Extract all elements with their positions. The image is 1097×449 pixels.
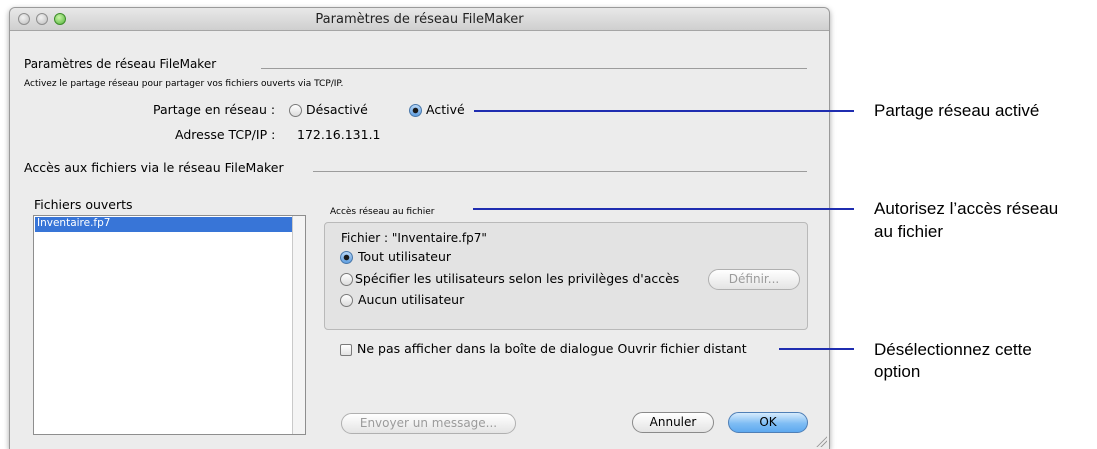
list-scrollbar[interactable] <box>292 216 305 434</box>
callout-sharing: Partage réseau activé <box>874 101 1040 120</box>
list-item[interactable]: Inventaire.fp7 <box>37 217 110 229</box>
callout-line-access <box>473 208 854 210</box>
hide-in-open-remote-label[interactable]: Ne pas afficher dans la boîte de dialogu… <box>357 341 747 356</box>
resize-grip-icon[interactable] <box>815 435 827 447</box>
sharing-on-label[interactable]: Activé <box>426 102 465 117</box>
callout-line-deselect <box>779 348 854 350</box>
sharing-off-label[interactable]: Désactivé <box>306 102 368 117</box>
title-bar[interactable]: Paramètres de réseau FileMaker <box>10 8 829 31</box>
network-settings-dialog: Paramètres de réseau FileMaker Paramètre… <box>9 7 830 449</box>
section-divider <box>313 171 807 172</box>
all-users-radio[interactable] <box>340 251 353 264</box>
callout-line-sharing <box>474 110 854 112</box>
network-section-title: Paramètres de réseau FileMaker <box>24 57 217 71</box>
file-name-label: Fichier : "Inventaire.fp7" <box>341 231 487 245</box>
callout-deselect-line2: option <box>874 362 921 381</box>
sharing-off-radio[interactable] <box>289 104 302 117</box>
window-title: Paramètres de réseau FileMaker <box>315 12 524 27</box>
list-item-selected[interactable]: Inventaire.fp7 <box>35 217 293 232</box>
section-divider <box>261 68 807 69</box>
specify-users-label[interactable]: Spécifier les utilisateurs selon les pri… <box>355 271 679 286</box>
no-users-label[interactable]: Aucun utilisateur <box>358 292 464 307</box>
send-message-button[interactable]: Envoyer un message... <box>341 413 516 434</box>
define-button[interactable]: Définir... <box>708 269 800 290</box>
sharing-on-radio[interactable] <box>409 104 422 117</box>
specify-users-radio[interactable] <box>340 273 353 286</box>
all-users-label[interactable]: Tout utilisateur <box>358 249 451 264</box>
network-description: Activez le partage réseau pour partager … <box>24 79 344 89</box>
file-access-label: Accès réseau au fichier <box>330 207 435 217</box>
access-section-title: Accès aux fichiers via le réseau FileMak… <box>24 160 284 175</box>
hide-in-open-remote-checkbox[interactable] <box>340 344 352 356</box>
open-files-list[interactable]: Inventaire.fp7 <box>33 215 306 435</box>
no-users-radio[interactable] <box>340 294 353 307</box>
callout-access-line2: au fichier <box>874 222 943 241</box>
tcpip-label: Adresse TCP/IP : <box>175 127 276 142</box>
callout-access-line1: Autorisez l’accès réseau <box>874 199 1059 218</box>
callout-deselect-line1: Désélectionnez cette <box>874 340 1032 359</box>
cancel-button[interactable]: Annuler <box>632 412 714 433</box>
open-files-label: Fichiers ouverts <box>34 197 133 212</box>
tcpip-value: 172.16.131.1 <box>297 127 381 142</box>
sharing-label: Partage en réseau : <box>153 102 276 117</box>
ok-button[interactable]: OK <box>728 412 808 433</box>
